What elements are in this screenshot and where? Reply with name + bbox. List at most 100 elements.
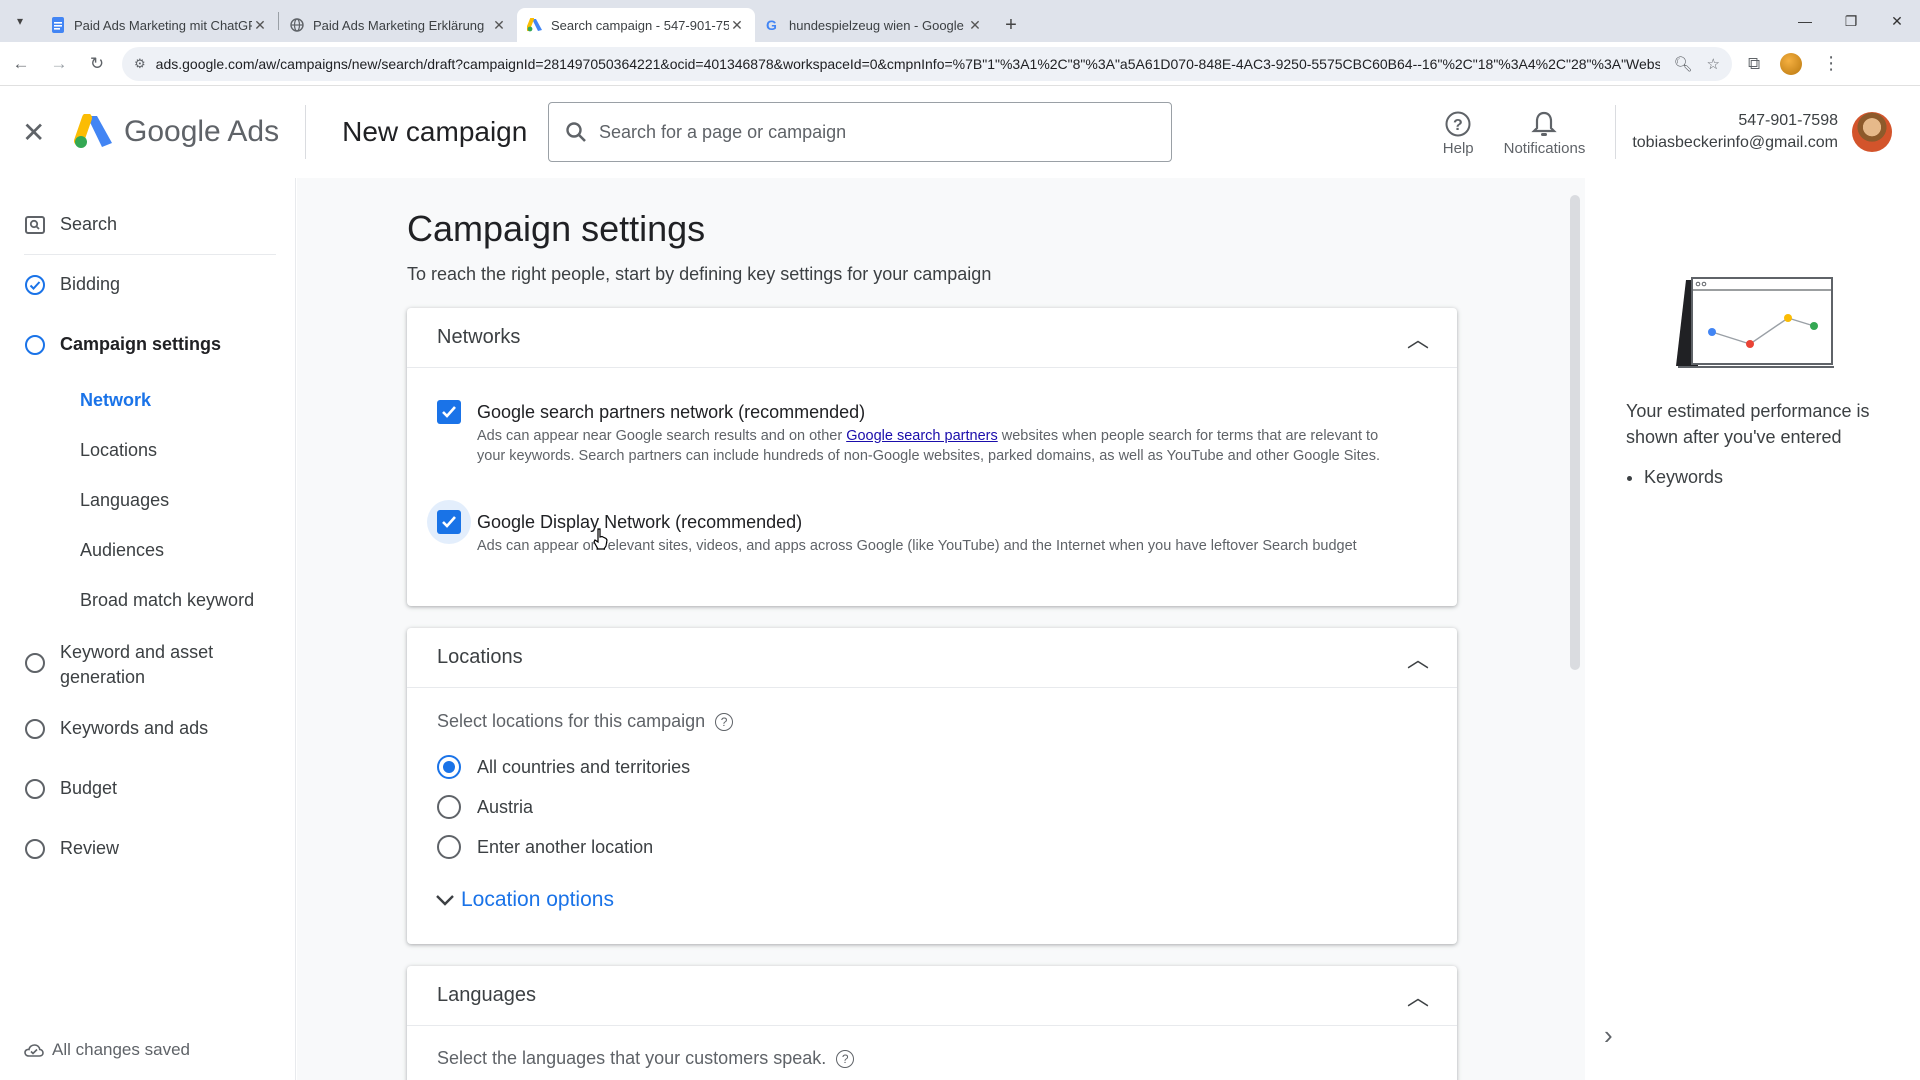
languages-card-header[interactable]: Languages ︿ [407,966,1457,1026]
page-title: New campaign [342,116,528,147]
save-status-label: All changes saved [52,1040,190,1059]
option-description: Ads can appear near Google search result… [477,426,1397,466]
step-label: Review [60,838,120,858]
docs-icon [50,17,66,33]
search-partners-checkbox[interactable] [437,400,461,424]
mouse-cursor [593,528,608,550]
url-text: ads.google.com/aw/campaigns/new/search/d… [155,55,1660,72]
chevron-up-icon[interactable]: ︿ [1407,980,1429,1012]
section-subtitle: To reach the right people, start by defi… [407,264,992,284]
radio-icon [437,795,461,819]
search-partners-option: Google search partners network (recommen… [437,400,1397,466]
option-title: Google search partners network (recommen… [477,402,866,422]
header-divider [305,105,307,159]
step-keyword-asset-generation[interactable]: Keyword and asset generation [24,640,254,690]
restore-icon[interactable]: ❐ [1828,0,1874,42]
browser-tab-active[interactable]: Search campaign - 547-901-75 ✕ [517,8,755,42]
address-bar: ← → ↻ ⚙ ads.google.com/aw/campaigns/new/… [0,42,1920,86]
account-info[interactable]: 547-901-7598 tobiasbeckerinfo@gmail.com [1632,110,1838,154]
reload-icon[interactable]: ↻ [80,47,114,81]
option-title: Google Display Network (recommended) [477,512,803,532]
google-ads-icon [527,17,543,33]
svg-text:?: ? [1453,117,1463,134]
close-window-icon[interactable]: ✕ [1874,0,1920,42]
step-budget[interactable]: Budget [24,778,117,800]
google-icon: G [765,17,781,33]
browser-tab[interactable]: G hundespielzeug wien - Google ✕ [755,8,993,42]
networks-card-header[interactable]: Networks ︿ [407,308,1457,368]
subitem-network[interactable]: Network [80,390,151,411]
networks-card: Networks ︿ Google search partners networ… [407,308,1457,606]
subitem-audiences[interactable]: Audiences [80,540,164,561]
bookmark-star-icon[interactable]: ☆ [1707,55,1720,73]
google-ads-logo[interactable]: Google Ads [74,114,279,150]
url-field[interactable]: ⚙ ads.google.com/aw/campaigns/new/search… [122,46,1732,81]
close-icon[interactable]: ✕ [491,17,507,34]
performance-message: Your estimated performance is shown afte… [1626,398,1896,490]
step-label: Search [60,214,118,234]
scrollbar[interactable] [1570,195,1580,670]
location-options-toggle[interactable]: Location options [435,888,614,912]
browser-tab[interactable]: Paid Ads Marketing mit ChatGPT ✕ [40,8,278,42]
tab-label: Paid Ads Marketing Erklärung [313,17,485,33]
step-bidding[interactable]: Bidding [24,274,120,296]
step-search[interactable]: Search [24,214,117,236]
close-icon[interactable]: ✕ [729,17,745,34]
help-button[interactable]: ? Help [1443,108,1474,157]
step-review[interactable]: Review [24,838,119,860]
site-info-icon[interactable]: ⚙ [134,56,146,72]
chevron-right-icon[interactable]: › [1604,1020,1613,1051]
location-options-label: Location options [461,888,614,911]
locations-card-header[interactable]: Locations ︿ [407,628,1457,688]
circle-icon [24,652,46,674]
prompt-text: Select locations for this campaign [437,711,706,731]
step-label: Keywords and ads [60,718,209,738]
zoom-icon[interactable]: 🔍︎ [1674,55,1693,73]
circle-icon [24,334,46,356]
help-icon[interactable]: ? [836,1049,855,1068]
location-option-other[interactable]: Enter another location [437,835,653,859]
close-icon[interactable]: ✕ [967,17,983,34]
circle-icon [24,838,46,860]
locations-prompt: Select locations for this campaign ? [437,711,734,732]
extensions-icon[interactable]: ⧉ [1748,54,1760,74]
tab-search-menu-button[interactable]: ▾ [0,0,40,42]
back-icon[interactable]: ← [4,47,38,81]
profile-avatar-icon[interactable] [1780,52,1803,75]
search-input[interactable] [599,121,1139,143]
chevron-up-icon[interactable]: ︿ [1407,322,1429,354]
logo-text: Google Ads [124,115,280,148]
search-partners-link[interactable]: Google search partners [846,428,998,444]
close-icon[interactable]: ✕ [252,17,268,34]
avatar[interactable] [1852,112,1892,152]
notifications-button[interactable]: Notifications [1504,108,1585,157]
subitem-languages[interactable]: Languages [80,490,169,511]
browser-menu-icon[interactable]: ⋮ [1822,53,1840,74]
card-heading: Languages [437,984,536,1006]
step-keywords-ads[interactable]: Keywords and ads [24,718,208,740]
tab-label: Paid Ads Marketing mit ChatGPT [74,17,252,33]
subitem-broad-match-keyword[interactable]: Broad match keyword [80,590,254,611]
chevron-up-icon[interactable]: ︿ [1407,642,1429,674]
minimize-icon[interactable]: — [1782,0,1828,42]
location-option-austria[interactable]: Austria [437,795,533,819]
card-heading: Networks [437,326,521,348]
circle-icon [24,718,46,740]
browser-tab[interactable]: Paid Ads Marketing Erklärung ✕ [279,8,517,42]
help-icon[interactable]: ? [715,712,734,731]
close-icon[interactable]: ✕ [22,116,62,149]
subitem-locations[interactable]: Locations [80,440,157,461]
new-tab-button[interactable]: + [993,8,1029,42]
forward-icon[interactable]: → [42,47,76,81]
step-label: Budget [60,778,118,798]
location-option-all[interactable]: All countries and territories [437,755,690,779]
step-campaign-settings[interactable]: Campaign settings [24,334,221,356]
search-box[interactable] [548,102,1172,162]
tab-label: hundespielzeug wien - Google [789,17,964,33]
description-text: Ads can appear near Google search result… [477,428,847,444]
circle-icon [24,778,46,800]
prompt-text: Select the languages that your customers… [437,1048,827,1068]
radio-label: Austria [477,796,534,817]
step-label: Bidding [60,274,121,294]
display-network-checkbox[interactable] [427,500,471,544]
